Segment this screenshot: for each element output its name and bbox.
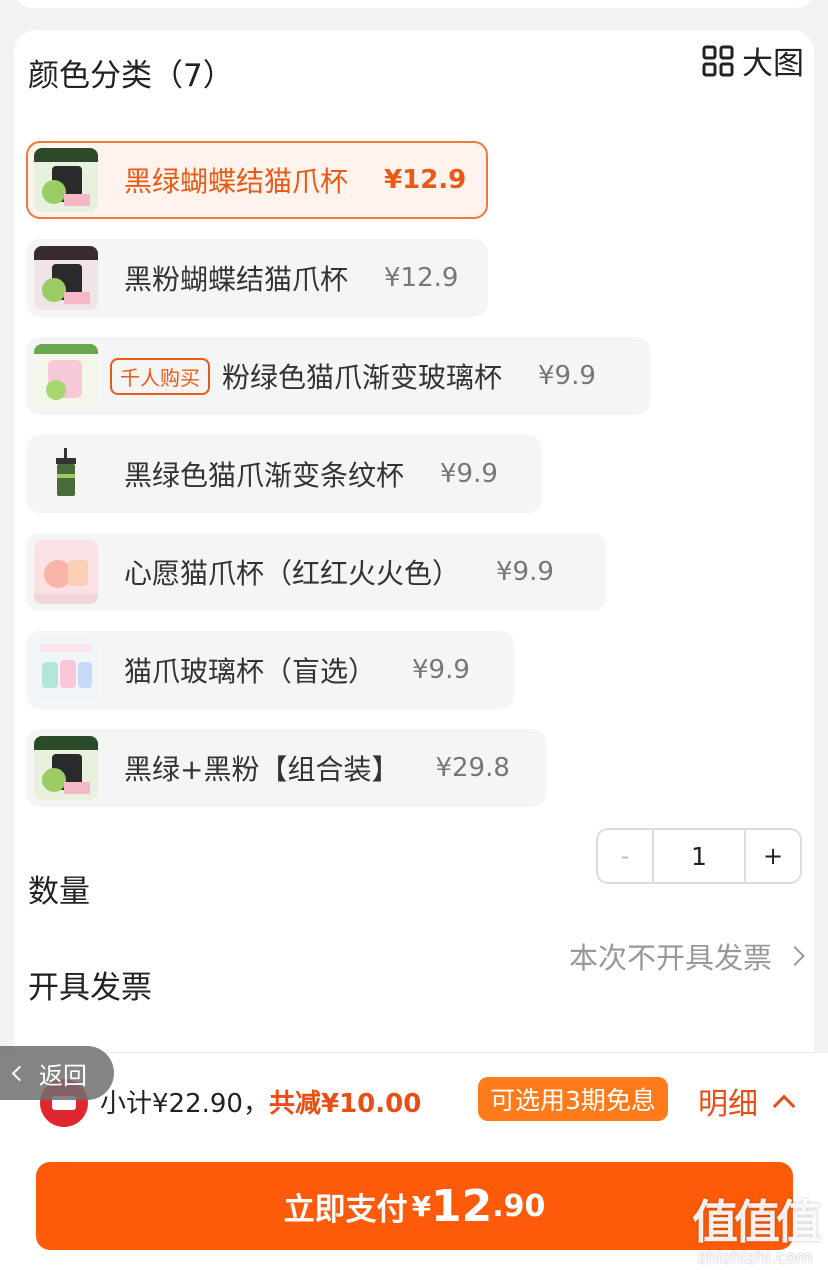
pay-amount-integer: 12 bbox=[431, 1180, 493, 1232]
option-name: 粉绿色猫爪渐变玻璃杯 bbox=[222, 361, 503, 394]
option-name: 心愿猫爪杯（红红火火色） bbox=[124, 557, 461, 590]
decrease-button[interactable]: - bbox=[598, 830, 652, 882]
option-name: 黑绿色猫爪渐变条纹杯 bbox=[124, 459, 405, 492]
option-name: 黑绿蝴蝶结猫爪杯 bbox=[124, 165, 349, 198]
product-thumbnail bbox=[34, 736, 98, 800]
product-thumbnail bbox=[34, 148, 98, 212]
option-name: 黑粉蝴蝶结猫爪杯 bbox=[124, 263, 349, 296]
pay-currency: ¥ bbox=[411, 1189, 432, 1223]
product-thumbnail bbox=[34, 246, 98, 310]
invoice-selector[interactable]: 本次不开具发票 bbox=[568, 935, 805, 977]
increase-button[interactable]: + bbox=[746, 830, 800, 882]
quantity-value[interactable]: 1 bbox=[652, 830, 746, 882]
option-name: 黑绿+黑粉【组合装】 bbox=[124, 753, 400, 786]
option-item[interactable]: 心愿猫爪杯（红红火火色） ¥9.9 bbox=[26, 533, 606, 611]
product-thumbnail bbox=[34, 638, 98, 702]
pay-amount-decimal: .90 bbox=[492, 1188, 546, 1224]
discount-text: 共减¥10.00 bbox=[268, 1089, 422, 1119]
pay-label: 立即支付 bbox=[283, 1191, 408, 1228]
chevron-right-icon bbox=[785, 946, 805, 966]
installment-badge[interactable]: 可选用3期免息 bbox=[478, 1077, 668, 1121]
chevron-left-icon bbox=[11, 1065, 28, 1081]
option-price: ¥12.9 bbox=[384, 165, 467, 195]
chevron-up-icon bbox=[772, 1094, 796, 1118]
product-thumbnail bbox=[34, 344, 98, 408]
option-item[interactable]: 千人购买 粉绿色猫爪渐变玻璃杯 ¥9.9 bbox=[26, 337, 650, 415]
option-name: 猫爪玻璃杯（盲选） bbox=[124, 655, 377, 688]
detail-label: 明细 bbox=[698, 1087, 758, 1122]
price-summary: 小计¥22.90，共减¥10.00 bbox=[100, 1083, 421, 1120]
product-thumbnail bbox=[34, 442, 98, 506]
site-watermark: 值值值 zhizhizhi.com bbox=[692, 1186, 822, 1268]
section-title: 颜色分类（7） bbox=[28, 58, 234, 94]
price-detail-toggle[interactable]: 明细 bbox=[698, 1079, 796, 1123]
quantity-stepper: - 1 + bbox=[596, 828, 802, 884]
option-price: ¥29.8 bbox=[435, 753, 510, 783]
option-price: ¥9.9 bbox=[440, 459, 498, 489]
option-item[interactable]: 猫爪玻璃杯（盲选） ¥9.9 bbox=[26, 631, 514, 709]
option-price: ¥12.9 bbox=[384, 263, 459, 293]
option-price: ¥9.9 bbox=[412, 655, 470, 685]
watermark-url: zhizhizhi.com bbox=[697, 1248, 813, 1268]
product-thumbnail bbox=[34, 540, 98, 604]
back-button[interactable]: 返回 bbox=[0, 1046, 114, 1100]
invoice-label: 开具发票 bbox=[28, 970, 152, 1006]
previous-card bbox=[14, 0, 814, 8]
big-view-toggle[interactable]: 大图 bbox=[702, 38, 804, 83]
popularity-tag: 千人购买 bbox=[110, 357, 210, 395]
grid-icon bbox=[702, 45, 734, 76]
option-item[interactable]: 黑绿+黑粉【组合装】 ¥29.8 bbox=[26, 729, 546, 807]
option-price: ¥9.9 bbox=[538, 361, 596, 391]
watermark-logo: 值值值 bbox=[692, 1195, 822, 1249]
invoice-value: 本次不开具发票 bbox=[568, 941, 772, 975]
subtotal-text: 小计¥22.90， bbox=[100, 1089, 269, 1119]
option-price: ¥9.9 bbox=[496, 557, 554, 587]
option-item[interactable]: 黑绿蝴蝶结猫爪杯 ¥12.9 bbox=[26, 141, 488, 219]
quantity-label: 数量 bbox=[28, 874, 90, 910]
pay-now-button[interactable]: 立即支付 ¥ 12 .90 bbox=[36, 1162, 793, 1250]
back-label: 返回 bbox=[39, 1061, 87, 1090]
option-item[interactable]: 黑粉蝴蝶结猫爪杯 ¥12.9 bbox=[26, 239, 488, 317]
big-view-label: 大图 bbox=[742, 46, 804, 82]
option-item[interactable]: 黑绿色猫爪渐变条纹杯 ¥9.9 bbox=[26, 435, 542, 513]
